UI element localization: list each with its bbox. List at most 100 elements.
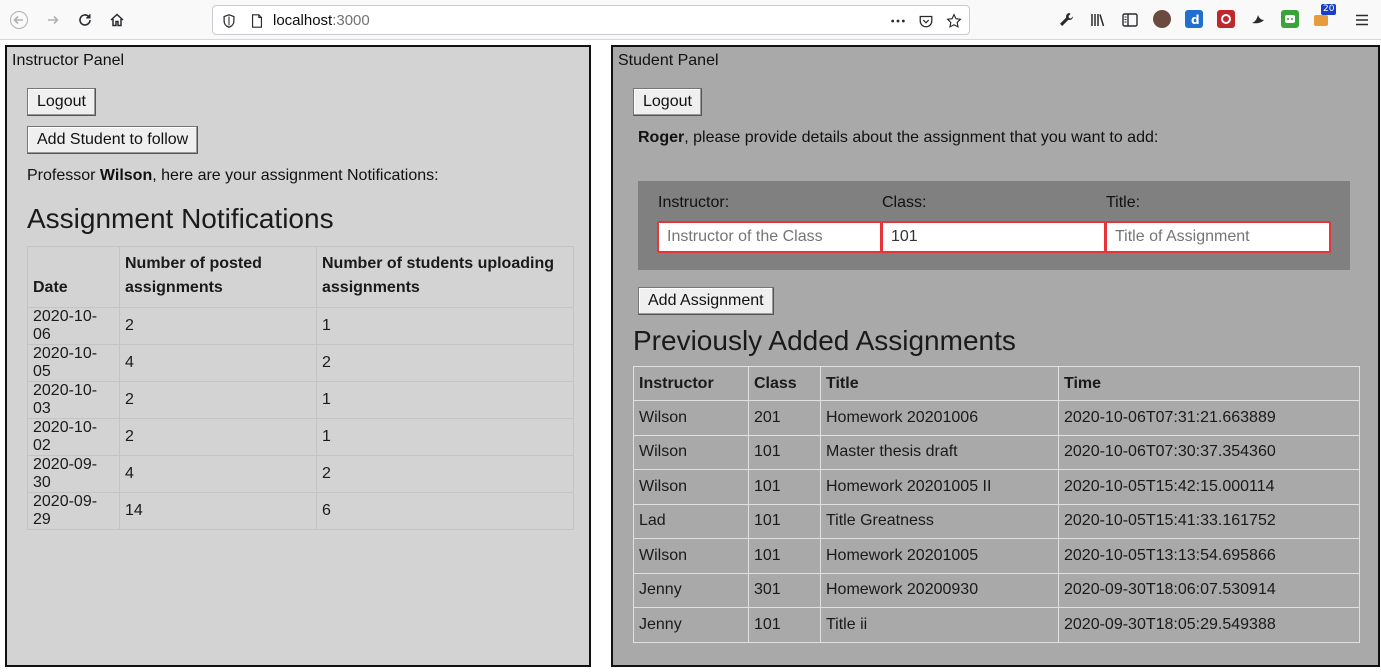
title-input[interactable] <box>1105 221 1331 253</box>
instructor-cell: Wilson <box>633 434 749 470</box>
title-cell: Homework 20201005 II <box>820 469 1059 505</box>
uploading-cell: 2 <box>316 344 574 382</box>
extension-green-icon[interactable] <box>1281 10 1299 28</box>
reload-icon[interactable] <box>71 6 99 34</box>
account-avatar-icon[interactable] <box>1153 10 1171 28</box>
svg-text:d: d <box>1191 13 1200 27</box>
extension-red-icon[interactable] <box>1217 10 1235 28</box>
uploading-cell: 2 <box>316 455 574 493</box>
title-cell: Homework 20201006 <box>820 400 1059 436</box>
column-header-title: Title <box>820 366 1059 401</box>
title-label: Title: <box>1106 194 1141 211</box>
library-icon[interactable] <box>1084 6 1112 34</box>
class-cell: 101 <box>748 503 821 539</box>
date-cell: 2020-09-30 <box>27 455 120 493</box>
instructor-input[interactable] <box>657 221 882 253</box>
extension-blue-icon[interactable]: d <box>1185 10 1203 28</box>
posted-cell: 2 <box>119 381 317 419</box>
title-cell: Homework 20201005 <box>820 538 1059 574</box>
class-cell: 301 <box>748 572 821 608</box>
uploading-cell: 1 <box>316 418 574 456</box>
time-cell: 2020-10-06T07:30:37.354360 <box>1058 434 1360 470</box>
notification-badge: 20 <box>1321 4 1337 15</box>
student-panel-title: Student Panel <box>618 52 719 69</box>
previous-assignments-heading: Previously Added Assignments <box>633 325 1016 356</box>
extension-bird-icon[interactable] <box>1249 10 1267 28</box>
time-cell: 2020-10-05T15:41:33.161752 <box>1058 503 1360 539</box>
extension-notification-icon[interactable]: 20 <box>1312 4 1337 28</box>
posted-cell: 2 <box>119 418 317 456</box>
instructor-panel-title: Instructor Panel <box>12 52 125 69</box>
uploading-cell: 1 <box>316 381 574 419</box>
instructor-cell: Lad <box>633 503 749 539</box>
pocket-icon[interactable] <box>917 12 935 30</box>
home-icon[interactable] <box>103 6 131 34</box>
column-header-uploading: Number of students uploading assignments <box>316 246 574 308</box>
url-host: localhost <box>273 12 333 29</box>
table-row: Wilson 101 Homework 20201005 2020-10-05T13:… <box>633 538 1360 574</box>
column-header-time: Time <box>1058 366 1360 401</box>
instructor-cell: Wilson <box>633 400 749 436</box>
assignments-header-row: Instructor Class Title Time <box>633 366 1360 401</box>
instructor-label: Instructor: <box>658 194 730 211</box>
add-assignment-form: Instructor: Class: Title: <box>638 181 1350 270</box>
title-cell: Homework 20200930 <box>820 572 1059 608</box>
date-cell: 2020-10-02 <box>27 418 120 456</box>
table-row: 2020-10-03 2 1 <box>27 381 574 419</box>
date-cell: 2020-10-05 <box>27 344 120 382</box>
table-row: Wilson 101 Homework 20201005 II 2020-10-05T… <box>633 469 1360 505</box>
notifications-table: Date Number of posted assignments Number… <box>27 246 574 530</box>
date-cell: 2020-09-29 <box>27 492 120 530</box>
assignments-table: Instructor Class Title Time Wilson 201 Hom… <box>633 366 1360 643</box>
student-panel: Student Panel Logout Roger, please provi… <box>611 45 1380 667</box>
add-assignment-button[interactable]: Add Assignment <box>638 287 774 315</box>
time-cell: 2020-09-30T18:05:29.549388 <box>1058 607 1360 643</box>
class-cell: 101 <box>748 607 821 643</box>
posted-cell: 4 <box>119 455 317 493</box>
class-cell: 201 <box>748 400 821 436</box>
posted-cell: 2 <box>119 307 317 345</box>
time-cell: 2020-10-06T07:31:21.663889 <box>1058 400 1360 436</box>
table-row: Wilson 101 Master thesis draft 2020-10-06T0… <box>633 434 1360 470</box>
table-row: Lad 101 Title Greatness 2020-10-05T15:41:33… <box>633 503 1360 539</box>
instructor-cell: Jenny <box>633 572 749 608</box>
table-row: 2020-10-05 4 2 <box>27 344 574 382</box>
bookmark-star-icon[interactable] <box>945 12 963 30</box>
url-text[interactable]: localhost:3000 <box>273 12 370 29</box>
class-input[interactable] <box>881 221 1106 253</box>
time-cell: 2020-09-30T18:06:07.530914 <box>1058 572 1360 608</box>
date-cell: 2020-10-06 <box>27 307 120 345</box>
time-cell: 2020-10-05T13:13:54.695866 <box>1058 538 1360 574</box>
column-header-instructor: Instructor <box>633 366 749 401</box>
class-cell: 101 <box>748 469 821 505</box>
shield-icon[interactable] <box>220 12 238 30</box>
back-icon[interactable] <box>5 6 33 34</box>
instructor-logout-button[interactable]: Logout <box>27 88 96 116</box>
column-header-posted: Number of posted assignments <box>119 246 317 308</box>
wrench-icon[interactable] <box>1052 6 1080 34</box>
instructor-panel: Instructor Panel Logout Add Student to f… <box>5 45 591 667</box>
greeting-prefix: Professor <box>27 167 100 184</box>
url-bar[interactable]: localhost:3000 <box>212 5 970 35</box>
forward-icon[interactable] <box>39 6 67 34</box>
table-row: Jenny 101 Title ii 2020-09-30T18:05:29.5493… <box>633 607 1360 643</box>
student-prompt: Roger, please provide details about the … <box>638 129 1158 147</box>
notifications-header-row: Date Number of posted assignments Number… <box>27 246 574 308</box>
add-student-button[interactable]: Add Student to follow <box>27 126 199 154</box>
column-header-class: Class <box>748 366 821 401</box>
title-cell: Master thesis draft <box>820 434 1059 470</box>
menu-icon[interactable] <box>1348 6 1376 34</box>
table-row: Wilson 201 Homework 20201006 2020-10-06T07:… <box>633 400 1360 436</box>
table-row: 2020-10-02 2 1 <box>27 418 574 456</box>
instructor-cell: Jenny <box>633 607 749 643</box>
url-port: :3000 <box>332 12 370 29</box>
instructor-greeting: Professor Wilson, here are your assignme… <box>27 167 439 185</box>
page-icon <box>248 12 266 30</box>
table-row: 2020-09-29 14 6 <box>27 492 574 530</box>
student-logout-button[interactable]: Logout <box>633 88 702 116</box>
more-actions-icon[interactable] <box>889 12 907 30</box>
column-header-date: Date <box>27 246 120 308</box>
uploading-cell: 6 <box>316 492 574 530</box>
prompt-suffix: , please provide details about the assig… <box>684 129 1159 146</box>
sidebar-icon[interactable] <box>1116 6 1144 34</box>
